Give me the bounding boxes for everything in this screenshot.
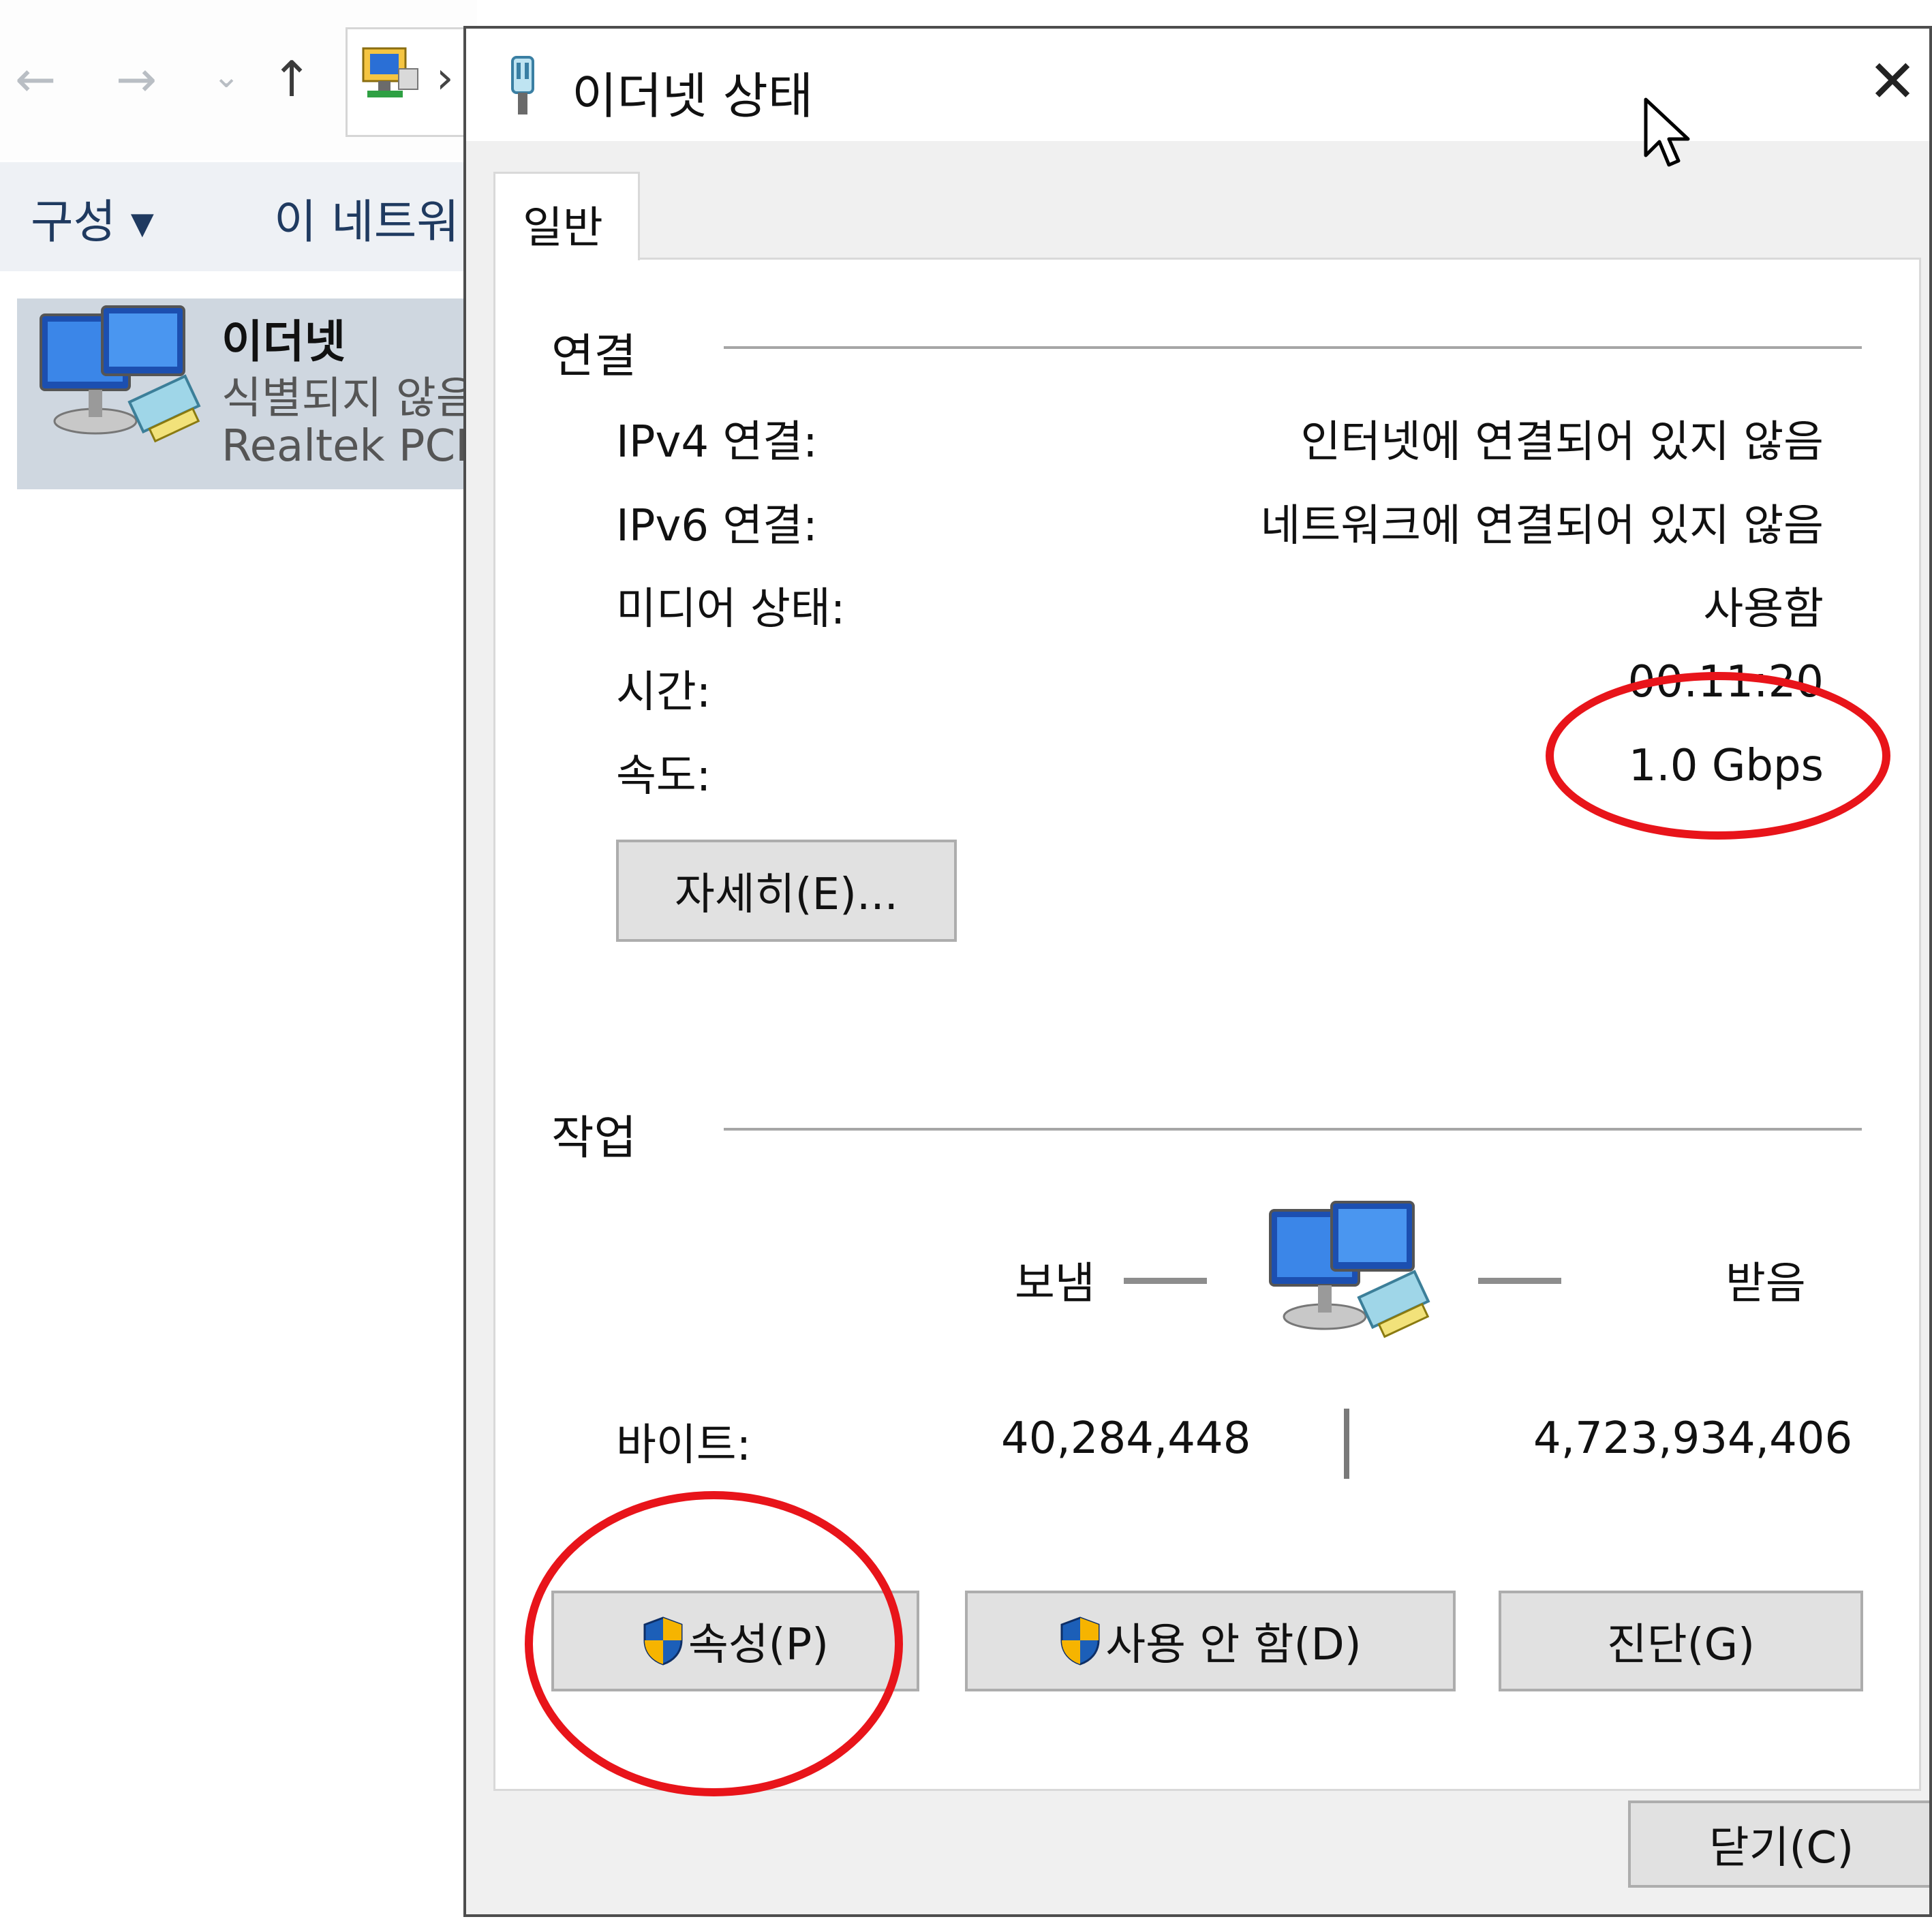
disable-button-label: 사용 안 함(D) <box>1105 1620 1362 1670</box>
title-bar: 이더넷 상태 ✕ <box>466 29 1929 167</box>
received-dash <box>1478 1278 1561 1284</box>
received-label: 받음 <box>1726 1259 1806 1309</box>
connection-divider <box>724 346 1862 349</box>
ethernet-status-dialog: 이더넷 상태 ✕ 일반 연결 IPv4 연결: 인터넷에 연결되어 있지 않음 … <box>463 26 1932 1917</box>
ipv6-label: IPv6 연결: <box>616 501 818 551</box>
up-arrow-icon[interactable]: ↑ <box>271 55 312 104</box>
media-state-label: 미디어 상태: <box>616 584 846 634</box>
uac-shield-icon <box>1060 1616 1100 1666</box>
mouse-cursor-icon <box>1644 97 1690 167</box>
address-bar[interactable]: › <box>346 27 479 137</box>
media-state-value: 사용함 <box>1703 584 1824 634</box>
network-activity-icon <box>1269 1201 1430 1338</box>
ethernet-adapter-name: Realtek PCIe <box>221 421 495 472</box>
network-cable-icon <box>511 56 534 114</box>
forward-arrow-icon[interactable]: → <box>116 55 157 104</box>
tab-general-label: 일반 <box>523 203 603 254</box>
bytes-received-value: 4,723,934,406 <box>1533 1413 1853 1464</box>
organize-menu[interactable]: 구성 ▾ <box>31 184 154 251</box>
bytes-sent-value: 40,284,448 <box>1001 1413 1251 1464</box>
network-folder-icon <box>362 47 418 97</box>
sent-label: 보냄 <box>1015 1259 1095 1309</box>
speed-label: 속도: <box>616 751 711 801</box>
disable-button[interactable]: 사용 안 함(D) <box>965 1591 1456 1691</box>
duration-value: 00:11:20 <box>1627 657 1824 707</box>
close-button[interactable]: 닫기(C) <box>1628 1800 1929 1888</box>
activity-divider <box>724 1128 1862 1131</box>
ipv4-label: IPv4 연결: <box>616 417 818 467</box>
connection-section-title: 연결 <box>551 330 637 384</box>
uac-shield-icon <box>643 1616 683 1666</box>
ethernet-adapter-icon <box>40 305 201 443</box>
recent-dropdown-icon[interactable]: ⌄ <box>213 60 240 93</box>
sent-dash <box>1124 1278 1207 1284</box>
bytes-separator <box>1344 1409 1349 1479</box>
tab-general[interactable]: 일반 <box>493 172 640 260</box>
ethernet-status: 식별되지 않음 <box>221 373 476 424</box>
close-icon[interactable]: ✕ <box>1868 48 1917 116</box>
properties-button[interactable]: 속성(P) <box>551 1591 919 1691</box>
speed-value: 1.0 Gbps <box>1628 741 1824 791</box>
duration-label: 시간: <box>616 667 711 718</box>
ipv6-value: 네트워크에 연결되어 있지 않음 <box>1260 501 1824 551</box>
network-command[interactable]: 이 네트워 <box>274 184 459 251</box>
ipv4-value: 인터넷에 연결되어 있지 않음 <box>1300 417 1824 467</box>
bytes-label: 바이트: <box>616 1420 752 1471</box>
ethernet-name: 이더넷 <box>221 316 346 368</box>
general-tab-panel <box>493 258 1921 1791</box>
activity-section-title: 작업 <box>551 1111 637 1165</box>
properties-button-label: 속성(P) <box>688 1620 829 1670</box>
breadcrumb-chevron-icon: › <box>436 53 454 104</box>
close-button-label: 닫기(C) <box>1708 1823 1854 1873</box>
dialog-title: 이더넷 상태 <box>572 67 814 125</box>
back-arrow-icon[interactable]: ← <box>15 55 56 104</box>
details-button-label: 자세히(E)... <box>674 870 899 920</box>
diagnose-button[interactable]: 진단(G) <box>1499 1591 1863 1691</box>
diagnose-button-label: 진단(G) <box>1606 1620 1755 1670</box>
details-button[interactable]: 자세히(E)... <box>616 840 957 942</box>
